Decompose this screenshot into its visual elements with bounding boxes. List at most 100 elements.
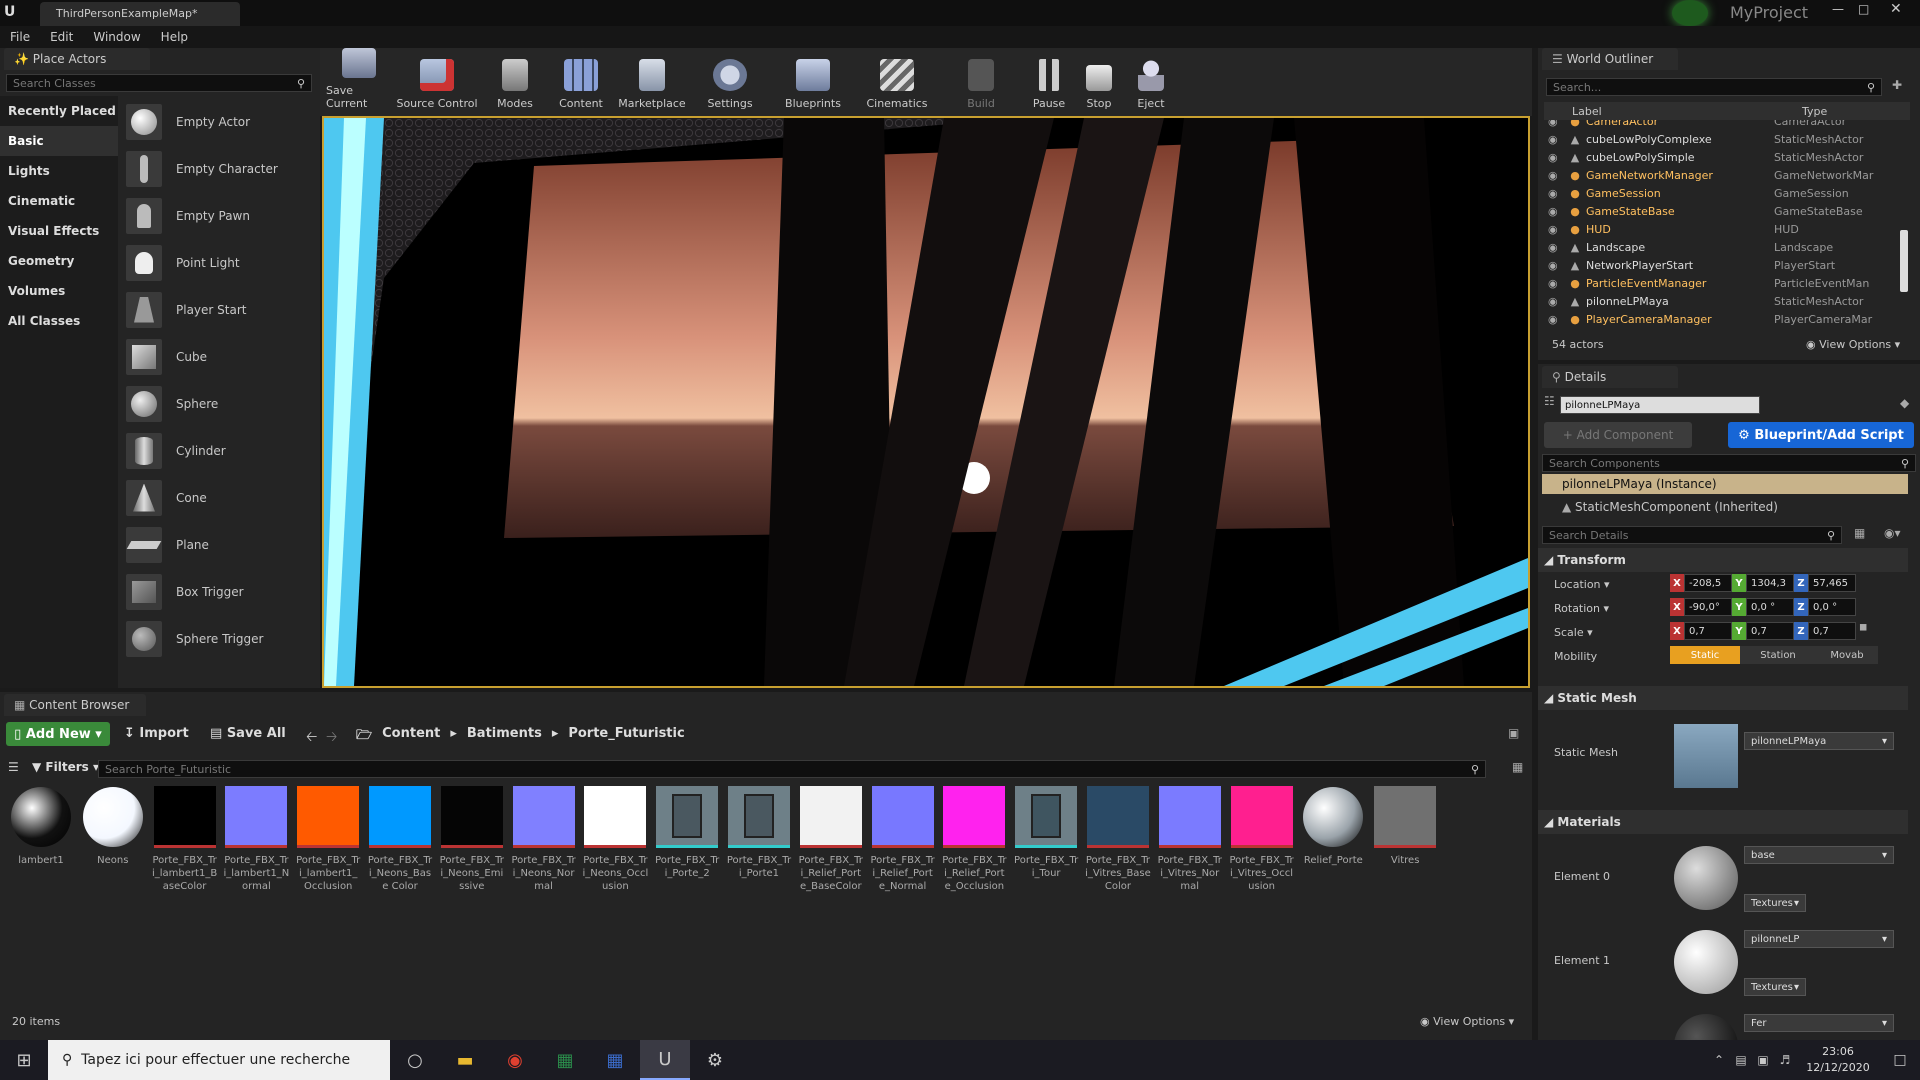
actor-item-empty-actor[interactable]: Empty Actor <box>118 98 320 145</box>
outliner-row[interactable]: ◉ ▲ Landscape Landscape <box>1544 238 1900 256</box>
scale-label[interactable]: Scale ▾ <box>1554 626 1593 639</box>
category-geometry[interactable]: Geometry <box>0 246 118 276</box>
asset-tile[interactable]: Porte_FBX_Tri_lambert1_Normal <box>223 786 289 893</box>
visibility-eye-icon[interactable]: ◉ <box>1544 120 1564 128</box>
static-mesh-dropdown[interactable]: pilonneLPMaya ▾ <box>1744 732 1894 750</box>
actor-item-point-light[interactable]: Point Light <box>118 239 320 286</box>
actor-item-cone[interactable]: Cone <box>118 474 320 521</box>
menu-edit[interactable]: Edit <box>40 30 83 44</box>
clock[interactable]: 23:06 12/12/2020 <box>1796 1044 1880 1076</box>
pause-button[interactable]: Pause <box>1024 48 1074 116</box>
category-all-classes[interactable]: All Classes <box>0 306 118 336</box>
world-outliner-tab[interactable]: ☰ World Outliner <box>1542 48 1678 70</box>
rotation-label[interactable]: Rotation ▾ <box>1554 602 1609 615</box>
level-tab[interactable]: ThirdPersonExampleMap* <box>40 2 240 26</box>
breadcrumb-porte-futuristic[interactable]: Porte_Futuristic <box>568 726 684 748</box>
breadcrumb-batiments[interactable]: Batiments <box>467 726 542 748</box>
add-component-button[interactable]: + Add Component <box>1544 422 1692 448</box>
search-components-input[interactable]: Search Components ⚲ <box>1542 454 1916 472</box>
blueprint-add-script-button[interactable]: ⚙ Blueprint/Add Script <box>1728 422 1914 448</box>
mobility-static-button[interactable]: Static <box>1670 646 1740 664</box>
actor-item-sphere[interactable]: Sphere <box>118 380 320 427</box>
content-view-options[interactable]: ◉ View Options ▾ <box>1420 1015 1514 1028</box>
asset-tile[interactable]: Porte_FBX_Tri_lambert1_Occlusion <box>295 786 361 893</box>
excel-icon[interactable]: ▦ <box>540 1040 590 1080</box>
scale-y-input[interactable]: 0,7 <box>1746 622 1794 640</box>
rotation-x-input[interactable]: -90,0° <box>1684 598 1732 616</box>
asset-tile[interactable]: Relief_Porte <box>1300 786 1366 893</box>
volume-icon[interactable]: ♬ <box>1774 1040 1796 1080</box>
menu-help[interactable]: Help <box>151 30 198 44</box>
word-icon[interactable]: ▦ <box>590 1040 640 1080</box>
lock-icon[interactable]: ◆ <box>1900 396 1909 410</box>
breadcrumb-content[interactable]: Content <box>382 726 440 748</box>
asset-tile[interactable]: Porte_FBX_Tri_Relief_Porte_Occlusion <box>941 786 1007 893</box>
eject-button[interactable]: Eject <box>1124 48 1178 116</box>
history-icon[interactable]: ▦ <box>1512 760 1523 774</box>
search-classes-input[interactable]: Search Classes ⚲ <box>6 74 312 92</box>
visibility-eye-icon[interactable]: ◉ <box>1544 259 1564 272</box>
material-0-thumbnail[interactable] <box>1674 846 1738 910</box>
actor-item-empty-pawn[interactable]: Empty Pawn <box>118 192 320 239</box>
outliner-row[interactable]: ◉ ● GameSession GameSession <box>1544 184 1900 202</box>
asset-tile[interactable]: Porte_FBX_Tri_Neons_Base Color <box>367 786 433 893</box>
outliner-row[interactable]: ◉ ▲ NetworkPlayerStart PlayerStart <box>1544 256 1900 274</box>
outliner-row[interactable]: ◉ ● HUD HUD <box>1544 220 1900 238</box>
mobility-movable-button[interactable]: Movab <box>1816 646 1878 664</box>
asset-tile[interactable]: Porte_FBX_Tri_Neons_Occlusion <box>582 786 648 893</box>
material-0-textures-dropdown[interactable]: Textures ▾ <box>1744 894 1806 912</box>
visibility-eye-icon[interactable]: ◉ <box>1544 151 1564 164</box>
outliner-row[interactable]: ◉ ● GameNetworkManager GameNetworkMar <box>1544 166 1900 184</box>
asset-tile[interactable]: Vitres <box>1372 786 1438 893</box>
material-2-thumbnail[interactable] <box>1674 1014 1738 1040</box>
actor-item-sphere-trigger[interactable]: Sphere Trigger <box>118 615 320 662</box>
actor-item-player-start[interactable]: Player Start <box>118 286 320 333</box>
menu-file[interactable]: File <box>0 30 40 44</box>
visibility-eye-icon[interactable]: ◉ <box>1544 205 1564 218</box>
rotation-z-input[interactable]: 0,0 ° <box>1808 598 1856 616</box>
visibility-eye-icon[interactable]: ◉ <box>1544 313 1564 326</box>
actor-item-plane[interactable]: Plane <box>118 521 320 568</box>
lock-icon[interactable]: ▣ <box>1508 726 1519 740</box>
outliner-search-input[interactable]: Search... ⚲ <box>1546 78 1882 96</box>
transform-section-header[interactable]: ◢ Transform <box>1538 548 1908 572</box>
maximize-button[interactable]: □ <box>1858 2 1869 16</box>
level-viewport[interactable] <box>322 116 1530 688</box>
unreal-engine-icon[interactable]: U <box>640 1040 690 1080</box>
scale-x-input[interactable]: 0,7 <box>1684 622 1732 640</box>
scale-lock-icon[interactable]: ◼ <box>1856 622 1870 640</box>
col-label[interactable]: Label <box>1544 105 1802 118</box>
blueprints-button[interactable]: Blueprints <box>770 48 856 116</box>
display-icon[interactable]: ▣ <box>1752 1040 1774 1080</box>
source-control-button[interactable]: Source Control <box>392 48 482 116</box>
asset-tile[interactable]: Porte_FBX_Tri_Relief_Porte_BaseColor <box>798 786 864 893</box>
material-2-dropdown[interactable]: Fer ▾ <box>1744 1014 1894 1032</box>
chrome-icon[interactable]: ◉ <box>490 1040 540 1080</box>
actor-item-cube[interactable]: Cube <box>118 333 320 380</box>
visibility-eye-icon[interactable]: ◉ <box>1544 169 1564 182</box>
asset-tile[interactable]: Porte_FBX_Tri_Vitres_Normal <box>1157 786 1223 893</box>
file-explorer-icon[interactable]: ▬ <box>440 1040 490 1080</box>
outliner-row[interactable]: ◉ ▲ cubeLowPolySimple StaticMeshActor <box>1544 148 1900 166</box>
actor-item-box-trigger[interactable]: Box Trigger <box>118 568 320 615</box>
outliner-scrollbar[interactable] <box>1900 230 1908 292</box>
cinematics-button[interactable]: Cinematics <box>856 48 938 116</box>
static-mesh-section-header[interactable]: ◢ Static Mesh <box>1538 686 1908 710</box>
content-search-input[interactable]: Search Porte_Futuristic ⚲ <box>98 760 1486 778</box>
material-1-textures-dropdown[interactable]: Textures ▾ <box>1744 978 1806 996</box>
actor-name-field[interactable]: pilonneLPMaya <box>1560 396 1760 414</box>
material-0-dropdown[interactable]: base ▾ <box>1744 846 1894 864</box>
minimize-button[interactable]: — <box>1832 2 1844 16</box>
build-button[interactable]: Build <box>938 48 1024 116</box>
location-z-input[interactable]: 57,465 <box>1808 574 1856 592</box>
location-x-input[interactable]: -208,5 <box>1684 574 1732 592</box>
material-1-thumbnail[interactable] <box>1674 930 1738 994</box>
asset-tile[interactable]: Porte_FBX_Tri_Vitres_Occlusion <box>1229 786 1295 893</box>
save-all-button[interactable]: ▤ Save All <box>210 726 286 741</box>
asset-tile[interactable]: lambert1 <box>8 786 74 893</box>
asset-tile[interactable]: Neons <box>80 786 146 893</box>
chevron-up-icon[interactable]: ⌃ <box>1708 1040 1730 1080</box>
location-y-input[interactable]: 1304,3 <box>1746 574 1794 592</box>
pin-icon[interactable]: ✚ <box>1892 78 1902 92</box>
static-mesh-thumbnail[interactable] <box>1674 724 1738 788</box>
